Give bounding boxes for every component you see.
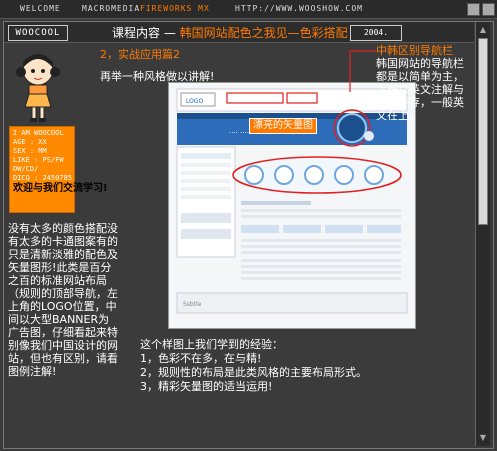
experience-item: 3，精彩矢量图的适当运用! bbox=[140, 380, 273, 393]
experience-summary: 这个样图上我们学到的经验： 1，色彩不在多，在与精! 2，规则性的布局是此类风格… bbox=[140, 338, 367, 394]
experience-item: 2，规则性的布局是此类风格的主要布局形式。 bbox=[140, 366, 367, 379]
experience-item: 1，色彩不在多，在与精! bbox=[140, 352, 262, 365]
left-description: 没有太多的颜色搭配没有太多的卡通图案有的只是清新淡雅的配色及矢量图形!此类是百分… bbox=[8, 222, 118, 378]
experience-title: 这个样图上我们学到的经验： bbox=[140, 338, 283, 351]
